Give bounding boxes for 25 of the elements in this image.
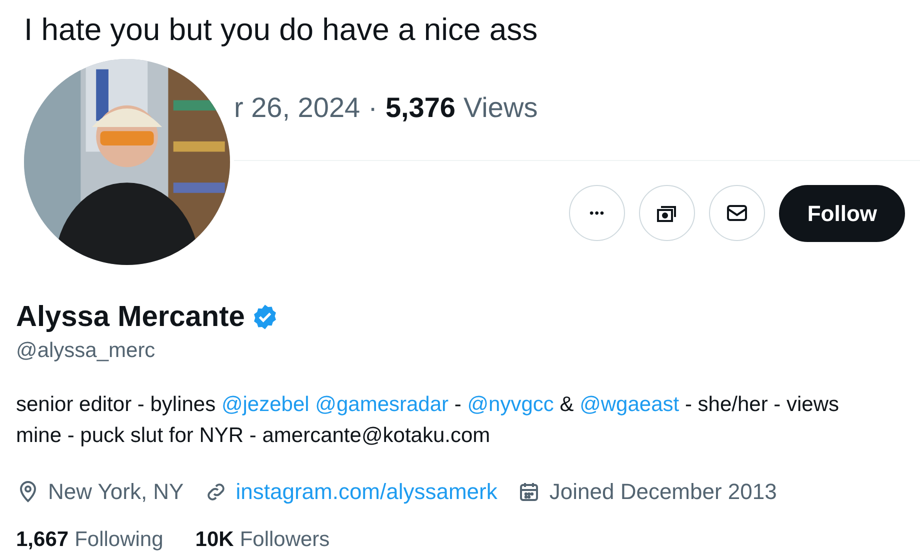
mention-link[interactable]: @wgaeast bbox=[580, 393, 680, 416]
mention-link[interactable]: @gamesradar bbox=[315, 393, 449, 416]
follow-stat-link[interactable]: 1,667 Following bbox=[16, 526, 164, 554]
stat-count: 10K bbox=[195, 527, 234, 553]
location-text: New York, NY bbox=[48, 478, 184, 506]
stat-count: 1,667 bbox=[16, 527, 69, 553]
website-link[interactable]: instagram.com/alyssamerk bbox=[236, 477, 498, 507]
views-label: Views bbox=[464, 91, 538, 125]
separator-dot: · bbox=[368, 91, 378, 125]
tweet-text: I hate you but you do have a nice ass bbox=[24, 11, 538, 49]
profile-handle: @alyssa_merc bbox=[16, 338, 156, 364]
tweet-date: r 26, 2024 bbox=[234, 91, 360, 125]
follow-button[interactable]: Follow bbox=[779, 184, 905, 242]
follow-stat-link[interactable]: 10K Followers bbox=[195, 526, 330, 554]
mention-link[interactable]: @nyvgcc bbox=[467, 393, 554, 416]
tip-button[interactable] bbox=[639, 185, 696, 241]
profile-name: Alyssa Mercante bbox=[16, 300, 245, 335]
mention-link[interactable]: @jezebel bbox=[221, 393, 310, 416]
stat-label: Following bbox=[74, 527, 164, 553]
profile-bio: senior editor - bylines @jezebel @gamesradar - @nyvgcc & @wgaeast - she/her - views mine - puck slut for NYR - amercante@kotaku.com bbox=[16, 392, 840, 449]
joined-date: Joined December 2013 bbox=[549, 478, 777, 506]
stat-label: Followers bbox=[240, 527, 330, 553]
message-button[interactable] bbox=[709, 185, 766, 241]
views-count: 5,376 bbox=[385, 91, 456, 125]
more-button[interactable]: ••• bbox=[569, 185, 626, 241]
